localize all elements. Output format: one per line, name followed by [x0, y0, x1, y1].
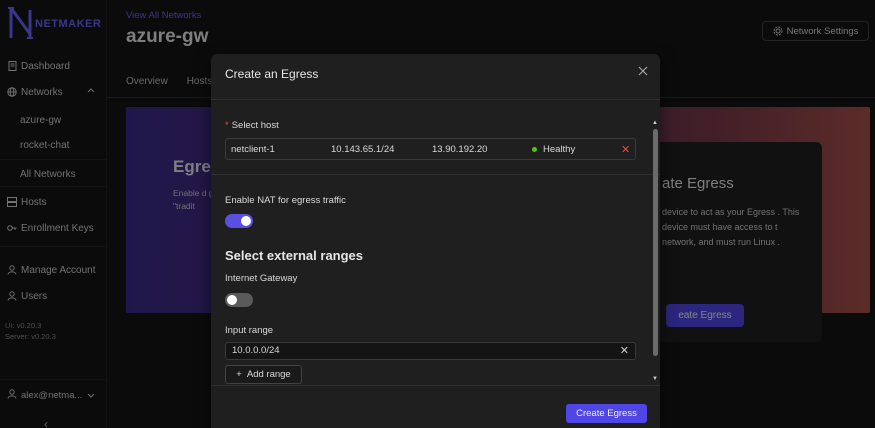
- select-host-label: * Select host: [225, 120, 279, 131]
- modal-title: Create an Egress: [225, 67, 319, 81]
- selected-host-row[interactable]: netclient-1 10.143.65.1/24 13.90.192.20 …: [225, 138, 636, 160]
- toggle-knob: [241, 216, 251, 226]
- scroll-up-icon[interactable]: ▲: [652, 120, 658, 126]
- required-marker: *: [225, 120, 229, 131]
- plus-icon: +: [236, 369, 242, 380]
- host-name: netclient-1: [231, 144, 275, 155]
- internet-gateway-toggle[interactable]: [225, 293, 253, 307]
- modal-scrollbar[interactable]: ▲ ▼: [652, 120, 659, 384]
- remove-host-icon[interactable]: ✕: [621, 143, 630, 156]
- create-egress-modal: Create an Egress * Select host netclient-…: [211, 54, 660, 428]
- scrollbar-thumb[interactable]: [653, 129, 658, 356]
- add-range-label: Add range: [246, 369, 291, 380]
- toggle-knob: [227, 295, 237, 305]
- section-divider: [211, 174, 660, 175]
- nat-label: Enable NAT for egress traffic: [225, 195, 346, 206]
- input-range-label: Input range: [225, 325, 274, 336]
- modal-footer-divider: [211, 385, 660, 386]
- nat-toggle[interactable]: [225, 214, 253, 228]
- app: NETMAKER Dashboard Networks azure-gw roc…: [0, 0, 875, 428]
- select-host-label-text: Select host: [231, 120, 279, 131]
- host-public-ip: 13.90.192.20: [432, 144, 488, 155]
- external-ranges-heading: Select external ranges: [225, 248, 364, 263]
- scroll-down-icon[interactable]: ▼: [652, 376, 658, 382]
- clear-range-icon[interactable]: ✕: [620, 343, 629, 359]
- host-ip: 10.143.65.1/24: [331, 144, 395, 155]
- host-status: Healthy: [532, 144, 575, 155]
- input-range-field[interactable]: 10.0.0.0/24 ✕: [225, 342, 636, 360]
- host-status-text: Healthy: [543, 144, 576, 155]
- modal-header-divider: [211, 99, 660, 100]
- create-egress-button[interactable]: Create Egress: [566, 404, 647, 423]
- add-range-button[interactable]: + Add range: [225, 365, 302, 384]
- healthy-status-icon: [532, 146, 537, 152]
- close-icon[interactable]: [638, 66, 648, 76]
- input-range-value: 10.0.0.0/24: [232, 345, 280, 356]
- internet-gateway-label: Internet Gateway: [225, 273, 298, 284]
